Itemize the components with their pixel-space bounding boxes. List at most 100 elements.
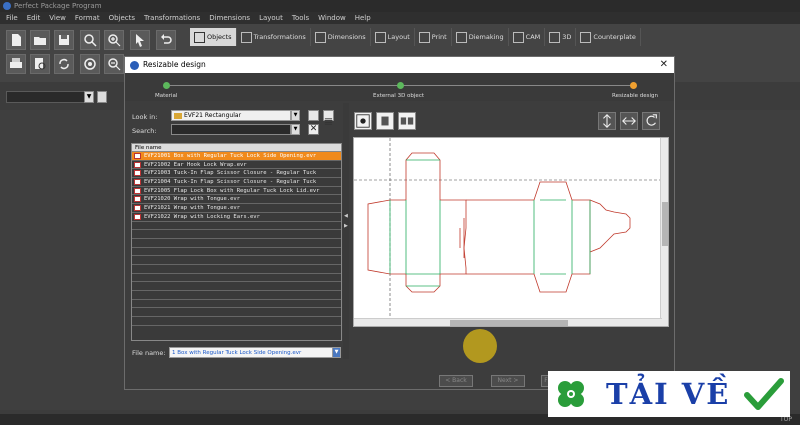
step-resizable-label: Resizable design <box>612 93 659 99</box>
dot-view-icon <box>356 114 370 128</box>
diemaking-icon <box>455 31 467 43</box>
vertical-scroll-thumb[interactable] <box>662 202 668 246</box>
preview-button[interactable] <box>30 54 50 74</box>
layout-icon <box>374 31 386 43</box>
empty-row <box>132 239 341 248</box>
flip-horizontal-button[interactable] <box>620 112 638 130</box>
file-icon <box>134 187 141 194</box>
menu-edit[interactable]: Edit <box>27 12 41 24</box>
file-item[interactable]: EVF21001 Box with Regular Tuck Lock Side… <box>132 152 341 161</box>
save-button[interactable] <box>54 30 74 50</box>
file-icon <box>134 179 141 186</box>
menu-objects[interactable]: Objects <box>109 12 135 24</box>
design-preview[interactable] <box>353 137 669 327</box>
new-file-button[interactable] <box>6 30 26 50</box>
print-icon <box>418 31 430 43</box>
file-item[interactable]: EVF21020 Wrap with Tongue.evr <box>132 195 341 205</box>
tab-transformations[interactable]: Transformations <box>237 28 311 46</box>
menu-bar: File Edit View Format Objects Transforma… <box>0 12 800 24</box>
refresh-button[interactable] <box>54 54 74 74</box>
dialog-title-bar: Resizable design ✕ <box>125 57 674 73</box>
select-tool-button[interactable] <box>130 30 150 50</box>
step-material-label: Material <box>155 93 178 99</box>
preview-vertical-scrollbar[interactable] <box>660 138 668 326</box>
menu-layout[interactable]: Layout <box>259 12 283 24</box>
view-3d-button[interactable] <box>376 112 394 130</box>
tab-counterplate[interactable]: Counterplate <box>576 28 641 46</box>
style-combo-extra-button[interactable] <box>97 91 107 103</box>
clear-search-button[interactable]: ✕ <box>308 124 319 135</box>
list-view-button[interactable] <box>323 110 334 125</box>
dieline-drawing <box>354 138 662 320</box>
style-combo-dropdown[interactable]: ▼ <box>84 91 94 103</box>
zoom-in-button[interactable] <box>104 30 124 50</box>
step-resizable-dot <box>630 82 637 89</box>
app-window: Perfect Package Program File Edit View F… <box>0 0 800 425</box>
resizable-design-dialog: Resizable design ✕ Material External 3D … <box>124 56 675 390</box>
menu-dimensions[interactable]: Dimensions <box>209 12 250 24</box>
tab-layout[interactable]: Layout <box>371 28 415 46</box>
rotate-button[interactable] <box>642 112 660 130</box>
close-icon[interactable]: ✕ <box>660 58 668 72</box>
file-item[interactable]: EVF21021 Wrap with Tongue.evr <box>132 204 341 213</box>
style-combo[interactable] <box>6 91 92 103</box>
box-view-icon <box>381 116 389 126</box>
look-in-value: EVF21 Rectangular <box>184 112 242 119</box>
list-view-icon <box>324 118 333 125</box>
search-dropdown[interactable]: ▼ <box>291 124 300 135</box>
zoom-out-button[interactable] <box>104 54 124 74</box>
zoom-target-icon <box>84 58 96 70</box>
print-button[interactable] <box>6 54 26 74</box>
wizard-steps: Material External 3D object Resizable de… <box>125 73 674 101</box>
file-icon <box>134 196 141 203</box>
menu-transformations[interactable]: Transformations <box>144 12 200 24</box>
menu-format[interactable]: Format <box>75 12 100 24</box>
open-file-button[interactable] <box>30 30 50 50</box>
tab-cam[interactable]: CAM <box>509 28 546 46</box>
undo-button[interactable] <box>156 30 176 50</box>
tab-diemaking[interactable]: Diemaking <box>452 28 509 46</box>
tab-objects[interactable]: Objects <box>190 28 237 46</box>
file-name-dropdown[interactable]: ▼ <box>332 347 341 358</box>
new-folder-button[interactable] <box>308 110 319 121</box>
horizontal-scroll-thumb[interactable] <box>450 320 568 326</box>
file-item[interactable]: EVF21002 Ear Hook Lock Wrap.evr <box>132 161 341 170</box>
pane-splitter[interactable]: ◀ ▶ <box>343 103 349 359</box>
flip-vertical-button[interactable] <box>598 112 616 130</box>
file-item[interactable]: EVF21005 Flap Lock Box with Regular Tuck… <box>132 187 341 196</box>
file-name-input[interactable]: 1 Box with Regular Tuck Lock Side Openin… <box>169 347 333 358</box>
magnifier-icon <box>84 34 97 47</box>
printer-icon <box>10 58 22 68</box>
tab-dimensions[interactable]: Dimensions <box>311 28 371 46</box>
view-split-button[interactable] <box>398 112 416 130</box>
empty-row <box>132 300 341 309</box>
crease-lines <box>389 159 591 287</box>
next-button[interactable]: Next > <box>491 375 525 387</box>
zoom-button[interactable] <box>80 30 100 50</box>
preview-horizontal-scrollbar[interactable] <box>354 318 662 326</box>
back-button[interactable]: < Back <box>439 375 473 387</box>
look-in-combo[interactable]: EVF21 Rectangular <box>171 110 291 121</box>
tab-3d[interactable]: 3D <box>545 28 577 46</box>
search-input[interactable] <box>171 124 291 135</box>
objects-icon <box>194 31 205 43</box>
empty-row <box>132 248 341 257</box>
dimensions-icon <box>314 31 326 43</box>
file-item[interactable]: EVF21022 Wrap with Locking Ears.evr <box>132 213 341 222</box>
tab-print[interactable]: Print <box>415 28 452 46</box>
file-item[interactable]: EVF21003 Tuck-In Flap Scissor Closure - … <box>132 169 341 179</box>
empty-row <box>132 317 341 326</box>
watermark-banner: TẢI VỀ <box>548 371 790 417</box>
menu-file[interactable]: File <box>6 12 18 24</box>
empty-row <box>132 291 341 300</box>
menu-help[interactable]: Help <box>355 12 371 24</box>
step-external-3d-dot <box>397 82 404 89</box>
menu-view[interactable]: View <box>49 12 66 24</box>
save-icon <box>59 35 69 45</box>
zoom-fit-button[interactable] <box>80 54 100 74</box>
look-in-dropdown[interactable]: ▼ <box>291 110 300 121</box>
view-front-button[interactable] <box>354 112 372 130</box>
menu-window[interactable]: Window <box>318 12 346 24</box>
menu-tools[interactable]: Tools <box>292 12 309 24</box>
file-item[interactable]: EVF21004 Tuck-In Flap Scissor Closure - … <box>132 178 341 187</box>
